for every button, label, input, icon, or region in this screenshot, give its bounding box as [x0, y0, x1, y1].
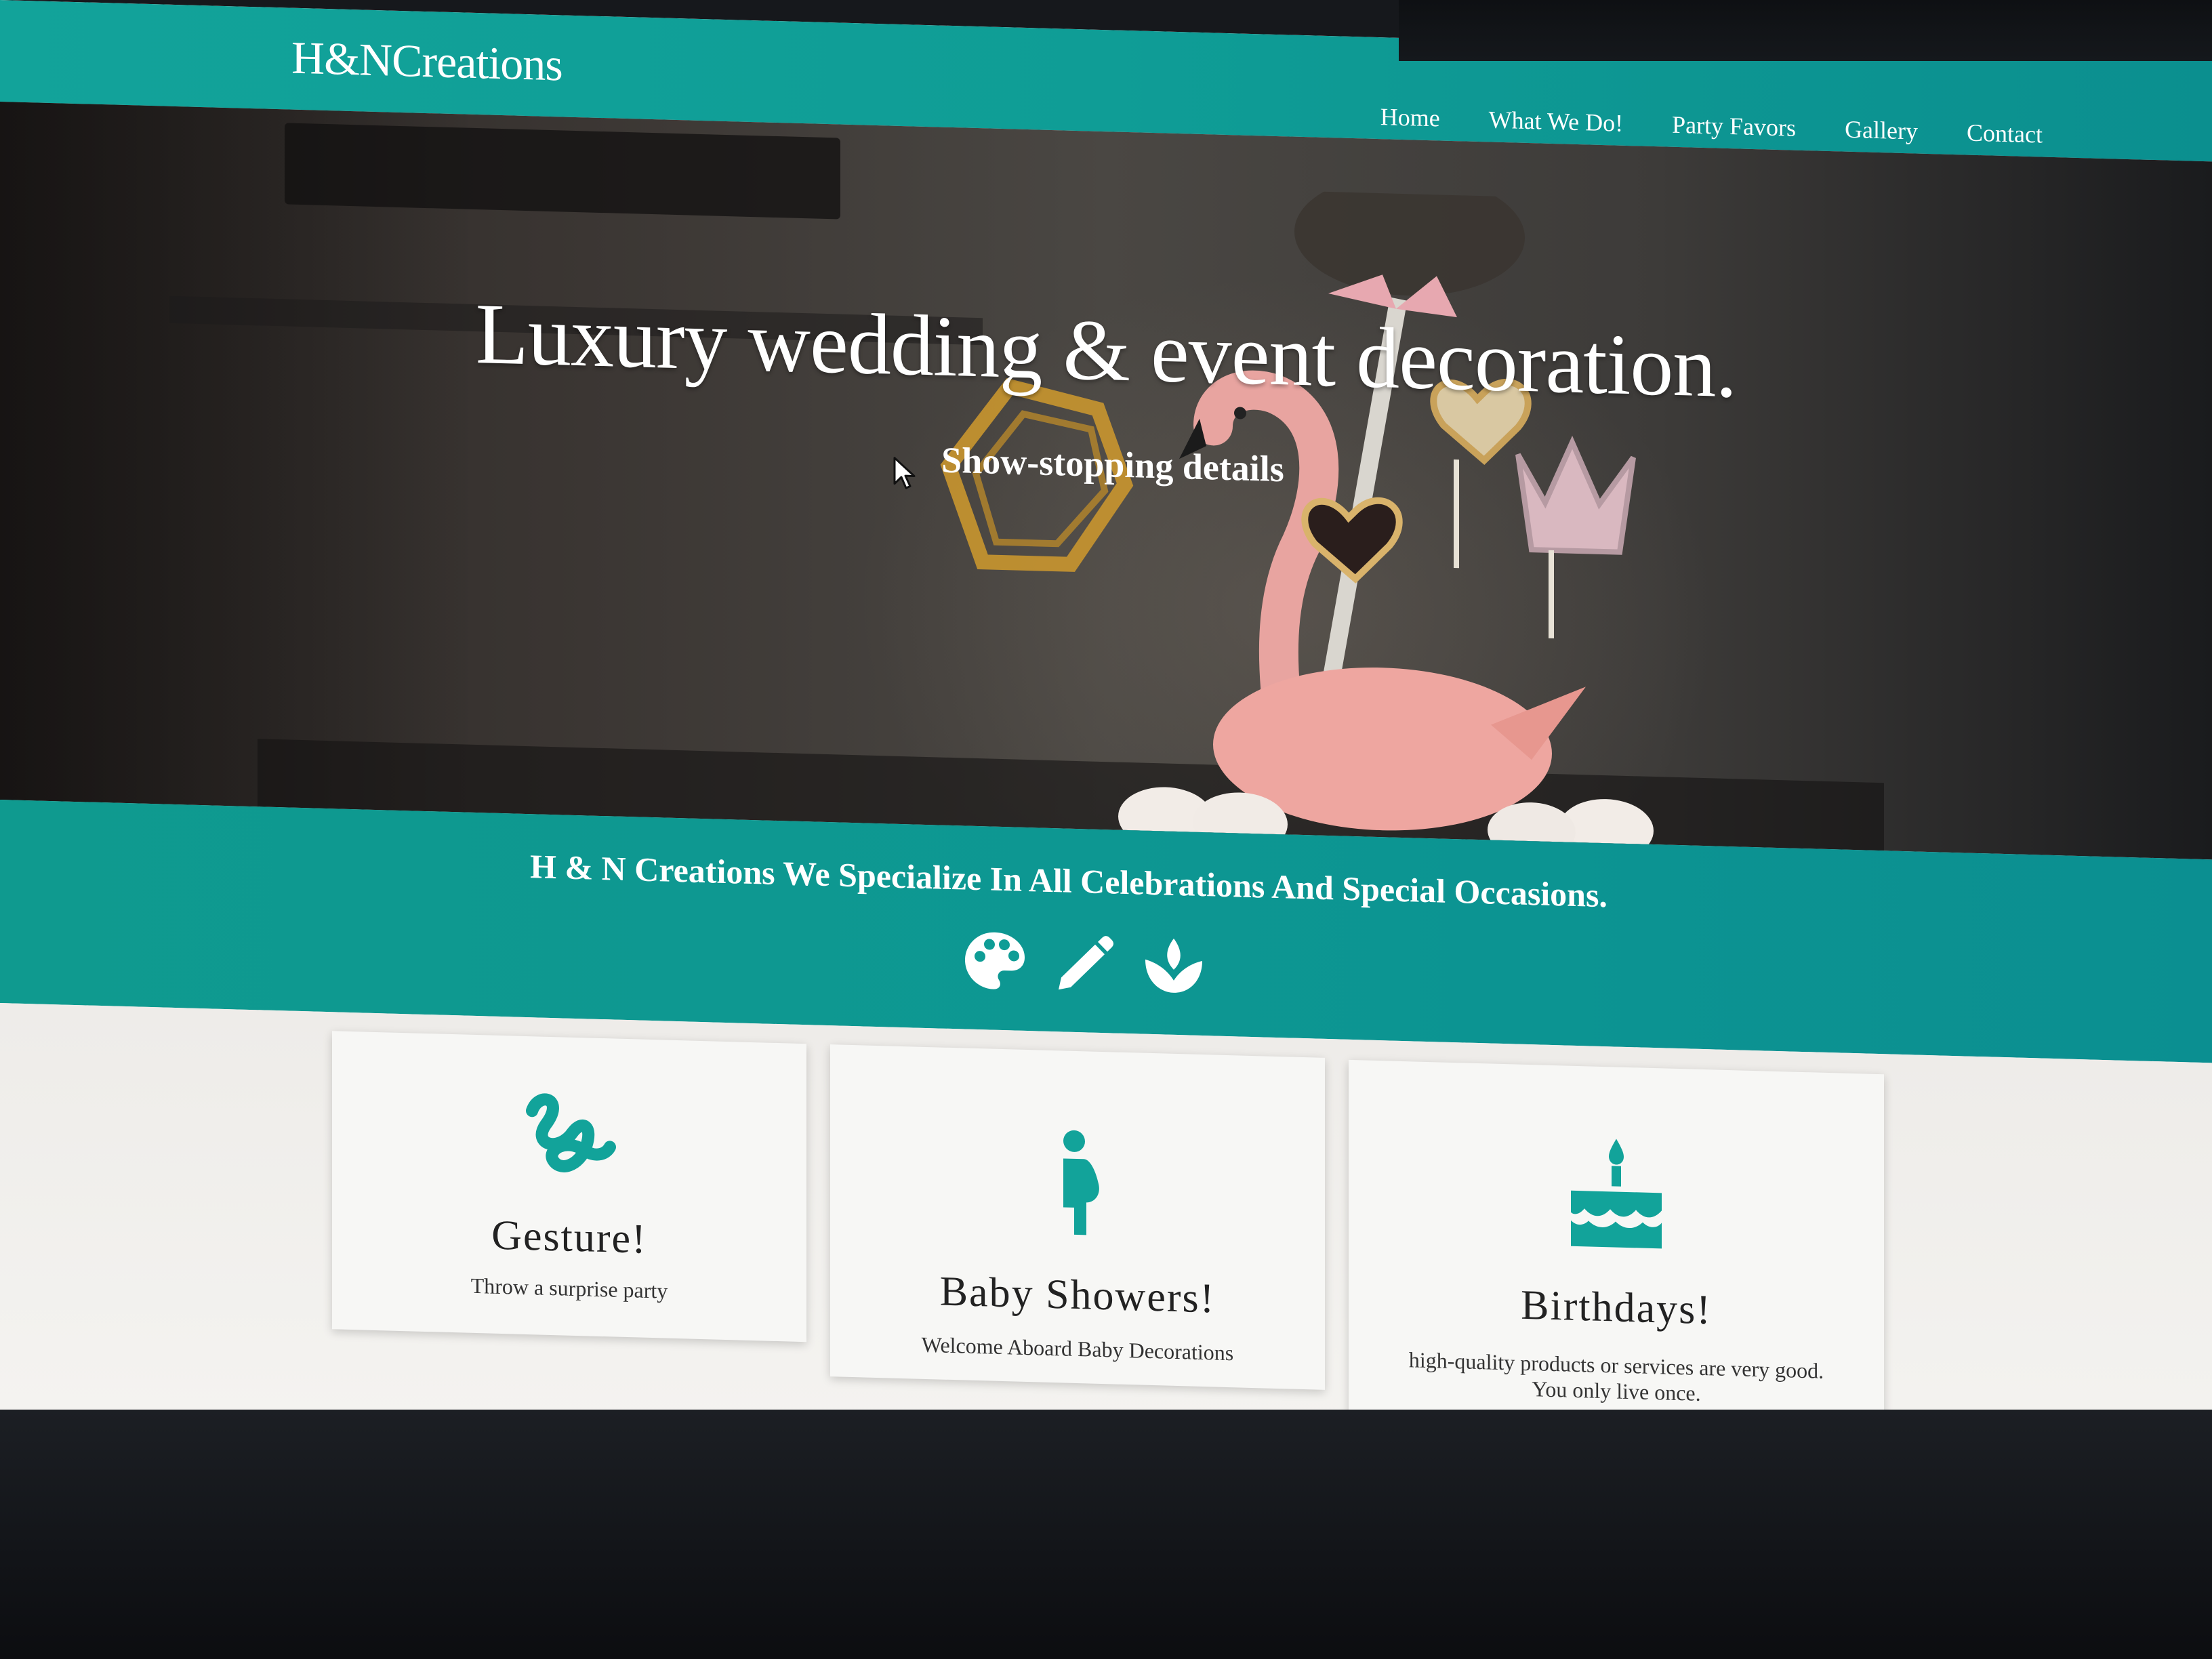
squiggle-icon — [526, 1093, 616, 1172]
mouse-cursor-icon — [893, 457, 916, 489]
site-logo[interactable]: H&NCreations — [291, 31, 562, 92]
monitor-bezel-bottom — [0, 1410, 2212, 1659]
card-description: Welcome Aboard Baby Decorations — [921, 1332, 1234, 1366]
nav-link-party-favors[interactable]: Party Favors — [1672, 110, 1796, 142]
hero-background-frame — [285, 123, 840, 220]
browser-viewport: H&NCreations Home What We Do! Party Favo… — [0, 0, 2212, 1470]
service-card-birthdays[interactable]: Birthdays! high-quality products or serv… — [1349, 1059, 1884, 1441]
services-section: Gesture! Throw a surprise party Baby Sho… — [0, 1003, 2212, 1470]
palette-icon — [962, 927, 1027, 994]
service-card-gesture[interactable]: Gesture! Throw a surprise party — [332, 1031, 806, 1343]
card-title: Gesture! — [491, 1212, 647, 1263]
nav-link-what-we-do[interactable]: What We Do! — [1489, 105, 1623, 137]
hero-cake-topper-image — [940, 180, 1654, 845]
card-description: Throw a surprise party — [470, 1273, 668, 1303]
monitor-bezel-top — [1399, 0, 2212, 61]
service-card-baby-showers[interactable]: Baby Showers! Welcome Aboard Baby Decora… — [830, 1044, 1325, 1390]
nav-link-gallery[interactable]: Gallery — [1845, 115, 1918, 146]
card-description: high-quality products or services are ve… — [1408, 1347, 1824, 1406]
nav-link-home[interactable]: Home — [1380, 102, 1440, 132]
pregnant-person-icon — [1063, 1130, 1099, 1235]
card-title: Birthdays! — [1521, 1282, 1712, 1334]
birthday-cake-icon — [1571, 1139, 1662, 1249]
band-icon-row — [962, 927, 1206, 999]
pencil-icon — [1052, 930, 1117, 997]
leaf-icon — [1141, 933, 1206, 1000]
card-title: Baby Showers! — [939, 1268, 1216, 1322]
nav-link-contact[interactable]: Contact — [1967, 119, 2043, 149]
hero-section: Luxury wedding & event decoration. Show-… — [0, 102, 2212, 860]
